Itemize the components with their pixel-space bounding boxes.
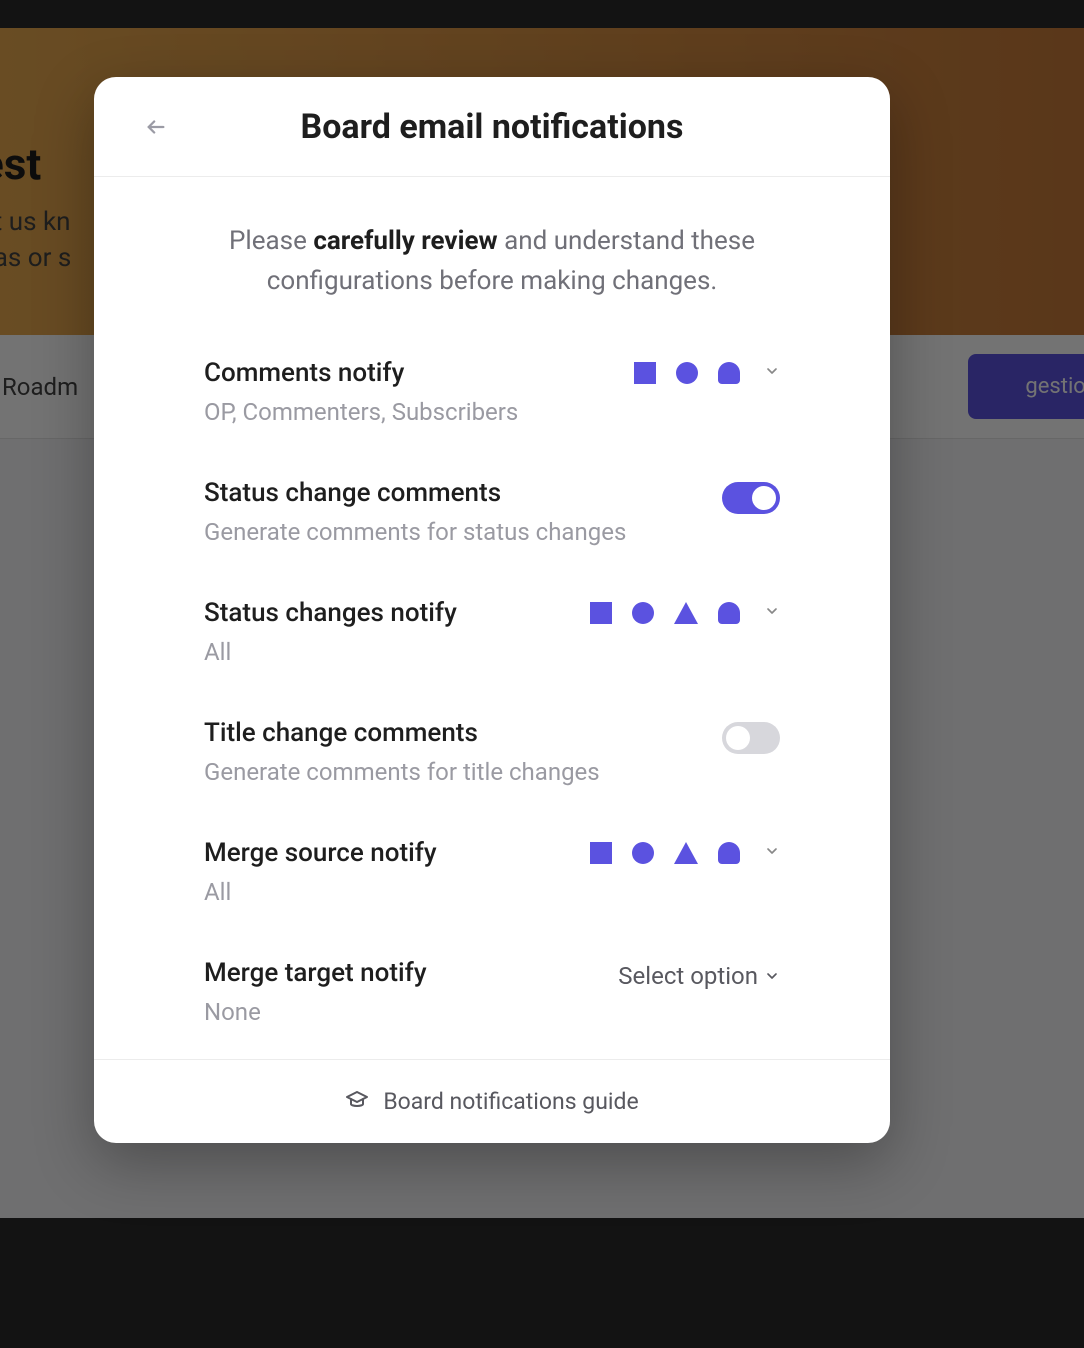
setting-label: Merge target notify bbox=[204, 958, 598, 988]
chevron-down-icon bbox=[764, 962, 780, 990]
setting-desc: All bbox=[204, 638, 570, 666]
setting-label: Status change comments bbox=[204, 478, 702, 508]
title-change-comments-toggle[interactable] bbox=[722, 722, 780, 754]
setting-label: Comments notify bbox=[204, 358, 614, 388]
triangle-icon bbox=[674, 602, 698, 624]
toggle-knob bbox=[752, 486, 776, 510]
footer-link-text: Board notifications guide bbox=[383, 1088, 638, 1115]
dome-icon bbox=[718, 842, 740, 864]
graduation-cap-icon bbox=[345, 1087, 369, 1117]
setting-desc: OP, Commenters, Subscribers bbox=[204, 398, 614, 426]
setting-desc: Generate comments for title changes bbox=[204, 758, 702, 786]
setting-label: Title change comments bbox=[204, 718, 702, 748]
setting-merge-target-notify: Merge target notify None Select option bbox=[204, 958, 780, 1026]
circle-icon bbox=[632, 602, 654, 624]
triangle-icon bbox=[674, 842, 698, 864]
merge-target-notify-selector[interactable]: Select option bbox=[618, 962, 780, 990]
modal-body: Please carefully review and understand t… bbox=[94, 177, 890, 1059]
dome-icon bbox=[718, 602, 740, 624]
setting-desc: Generate comments for status changes bbox=[204, 518, 702, 546]
setting-desc: All bbox=[204, 878, 570, 906]
chevron-down-icon bbox=[764, 603, 780, 623]
setting-comments-notify: Comments notify OP, Commenters, Subscrib… bbox=[204, 358, 780, 426]
circle-icon bbox=[632, 842, 654, 864]
back-button[interactable] bbox=[142, 113, 170, 141]
status-changes-notify-selector[interactable] bbox=[590, 598, 780, 624]
modal-title: Board email notifications bbox=[301, 107, 684, 147]
setting-label: Merge source notify bbox=[204, 838, 570, 868]
setting-status-changes-notify: Status changes notify All bbox=[204, 598, 780, 666]
setting-status-change-comments: Status change comments Generate comments… bbox=[204, 478, 780, 546]
notifications-modal: Board email notifications Please careful… bbox=[94, 77, 890, 1143]
intro-text: Please carefully review and understand t… bbox=[204, 221, 780, 302]
merge-source-notify-selector[interactable] bbox=[590, 838, 780, 864]
square-icon bbox=[634, 362, 656, 384]
modal-footer-link[interactable]: Board notifications guide bbox=[94, 1059, 890, 1143]
setting-merge-source-notify: Merge source notify All bbox=[204, 838, 780, 906]
chevron-down-icon bbox=[764, 363, 780, 383]
toggle-knob bbox=[726, 726, 750, 750]
chevron-down-icon bbox=[764, 843, 780, 863]
dome-icon bbox=[718, 362, 740, 384]
circle-icon bbox=[676, 362, 698, 384]
modal-header: Board email notifications bbox=[94, 77, 890, 177]
comments-notify-selector[interactable] bbox=[634, 358, 780, 384]
status-change-comments-toggle[interactable] bbox=[722, 482, 780, 514]
setting-title-change-comments: Title change comments Generate comments … bbox=[204, 718, 780, 786]
square-icon bbox=[590, 602, 612, 624]
square-icon bbox=[590, 842, 612, 864]
setting-label: Status changes notify bbox=[204, 598, 570, 628]
setting-desc: None bbox=[204, 998, 598, 1026]
arrow-left-icon bbox=[145, 116, 167, 138]
